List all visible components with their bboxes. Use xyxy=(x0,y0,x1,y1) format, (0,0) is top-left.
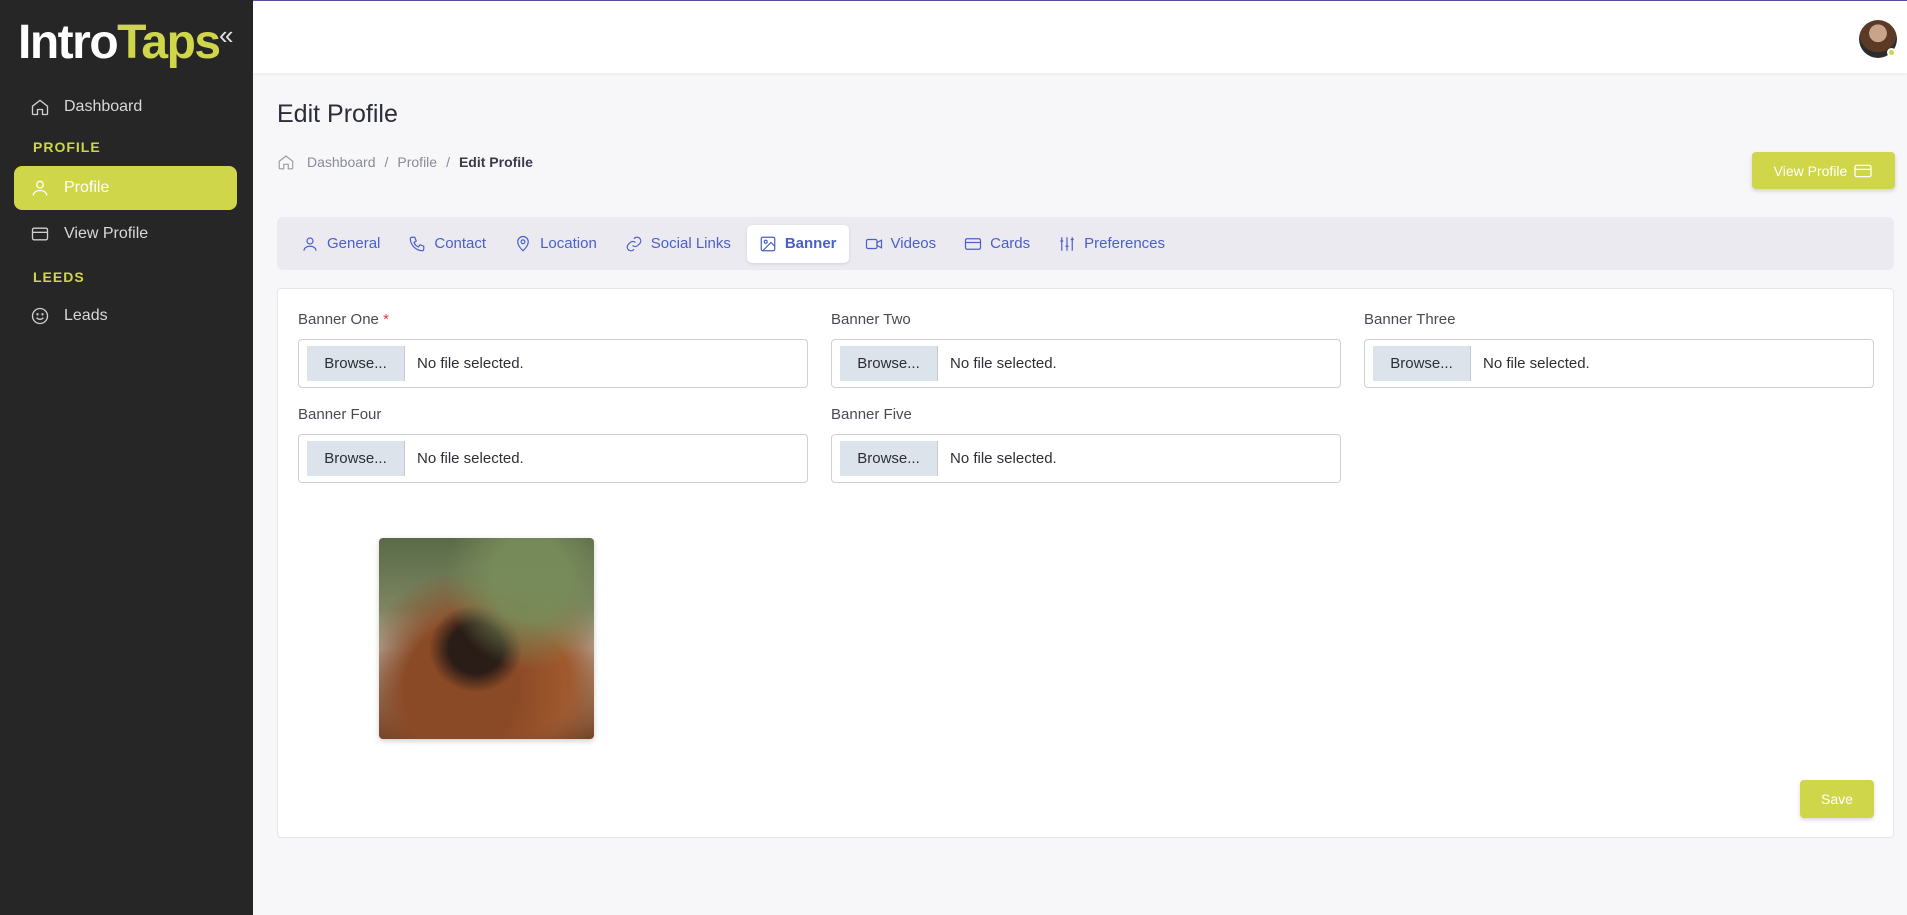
tab-cards[interactable]: Cards xyxy=(952,225,1042,263)
sidebar-item-dashboard[interactable]: Dashboard xyxy=(14,85,237,129)
sidebar-item-label: View Profile xyxy=(64,225,149,242)
tab-label: Preferences xyxy=(1084,235,1166,252)
tab-videos[interactable]: Videos xyxy=(853,225,949,263)
tab-label: Banner xyxy=(784,235,837,252)
browse-button[interactable]: Browse... xyxy=(307,441,405,476)
phone-icon xyxy=(410,236,425,251)
sidebar-item-leads[interactable]: Leads xyxy=(14,294,237,338)
sidebar-item-label: Leads xyxy=(64,307,108,324)
section-label-leeds: LEEDS xyxy=(33,269,85,285)
save-button[interactable]: Save xyxy=(1800,780,1874,818)
link-icon xyxy=(626,236,642,251)
breadcrumb-profile[interactable]: Profile xyxy=(397,154,437,170)
tab-location[interactable]: Location xyxy=(502,225,609,263)
tab-banner[interactable]: Banner xyxy=(746,224,849,263)
sidebar-item-label: Profile xyxy=(64,179,110,196)
banner-five-file-input[interactable]: Browse... No file selected. xyxy=(831,434,1341,483)
breadcrumb: Dashboard / Profile / Edit Profile xyxy=(277,153,533,171)
breadcrumb-current: Edit Profile xyxy=(458,154,533,170)
breadcrumb-separator: / xyxy=(384,154,389,170)
tab-contact[interactable]: Contact xyxy=(396,225,498,263)
required-marker: * xyxy=(383,311,389,328)
banner-one-file-input[interactable]: Browse... No file selected. xyxy=(298,339,808,388)
page-title: Edit Profile xyxy=(277,100,398,128)
collapse-sidebar-icon[interactable]: « xyxy=(219,22,239,48)
card-icon xyxy=(965,237,982,250)
profile-tabs: General Contact Location Social Links Ba… xyxy=(277,217,1894,270)
banner-one-label: Banner One * xyxy=(298,311,389,328)
tab-preferences[interactable]: Preferences xyxy=(1046,225,1177,263)
browse-button[interactable]: Browse... xyxy=(1373,346,1471,381)
top-bar xyxy=(253,0,1907,73)
file-status: No file selected. xyxy=(950,355,1057,372)
home-icon xyxy=(31,99,49,116)
user-icon xyxy=(303,236,317,251)
file-status: No file selected. xyxy=(1483,355,1590,372)
tab-label: Videos xyxy=(890,235,937,252)
sidebar-item-profile[interactable]: Profile xyxy=(14,166,237,210)
image-icon xyxy=(760,236,776,251)
file-status: No file selected. xyxy=(417,355,524,372)
banner-two-file-input[interactable]: Browse... No file selected. xyxy=(831,339,1341,388)
logo-text-taps: Taps xyxy=(117,15,221,69)
tab-label: Location xyxy=(540,235,597,252)
view-profile-button[interactable]: View Profile xyxy=(1752,152,1895,189)
tab-label: Contact xyxy=(434,235,487,252)
user-icon xyxy=(32,180,48,196)
sidebar-item-view-profile[interactable]: View Profile xyxy=(14,212,237,256)
video-icon xyxy=(865,238,882,249)
breadcrumb-separator: / xyxy=(446,154,450,170)
banner-four-label: Banner Four xyxy=(298,406,382,423)
browse-button[interactable]: Browse... xyxy=(307,346,405,381)
breadcrumb-dashboard[interactable]: Dashboard xyxy=(307,154,376,170)
tab-label: Social Links xyxy=(650,235,731,252)
sliders-icon xyxy=(1060,236,1074,251)
sidebar: Intro Taps « Dashboard PROFILE Profile Vi… xyxy=(0,0,253,915)
tab-general[interactable]: General xyxy=(289,225,392,263)
view-profile-label: View Profile xyxy=(1773,162,1848,179)
logo-text-intro: Intro xyxy=(18,15,119,69)
card-icon xyxy=(31,227,49,241)
tab-label: General xyxy=(327,235,381,252)
field-label-text: Banner One xyxy=(298,311,379,328)
online-status-dot xyxy=(1887,48,1896,57)
card-icon xyxy=(1854,164,1872,177)
banner-four-file-input[interactable]: Browse... No file selected. xyxy=(298,434,808,483)
banner-two-label: Banner Two xyxy=(831,311,911,328)
tab-social-links[interactable]: Social Links xyxy=(613,225,743,263)
file-status: No file selected. xyxy=(950,450,1057,467)
smiley-icon xyxy=(31,307,49,325)
browse-button[interactable]: Browse... xyxy=(840,441,938,476)
banner-three-file-input[interactable]: Browse... No file selected. xyxy=(1364,339,1874,388)
tab-label: Cards xyxy=(990,235,1031,252)
banner-preview-image xyxy=(379,538,594,739)
sidebar-item-label: Dashboard xyxy=(64,98,143,115)
banner-five-label: Banner Five xyxy=(831,406,912,423)
banner-three-label: Banner Three xyxy=(1364,311,1456,328)
location-pin-icon xyxy=(517,235,529,252)
intro-taps-logo[interactable]: Intro Taps xyxy=(18,14,221,70)
home-icon xyxy=(278,155,294,170)
browse-button[interactable]: Browse... xyxy=(840,346,938,381)
file-status: No file selected. xyxy=(417,450,524,467)
section-label-profile: PROFILE xyxy=(33,139,101,155)
